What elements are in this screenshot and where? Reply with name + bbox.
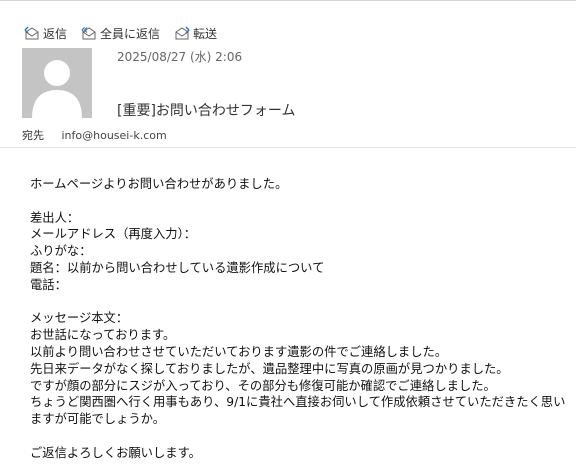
reply-all-icon (81, 26, 97, 40)
reply-label: 返信 (43, 26, 68, 41)
forward-icon (174, 26, 190, 40)
to-label: 宛先 (22, 129, 44, 142)
email-subject: [重要]お問い合わせフォーム (117, 103, 296, 119)
header-divider (0, 147, 576, 148)
email-reading-pane: 返信 全員に返信 転送 2025/08/27 (水) 2:06 [重要]お問い合… (0, 0, 576, 470)
field-line: 電話： (30, 277, 67, 292)
message-line: 以前より問い合わせさせていただいております遺影の件でご連絡しました。 (30, 344, 448, 359)
message-toolbar: 返信 全員に返信 転送 (24, 24, 217, 42)
message-label: メッセージ本文： (30, 311, 129, 326)
message-line: ちょうど関西圏へ行く用事もあり、9/1に貴社へ直接お伺いして作成依頼させていただ… (30, 395, 566, 427)
field-line: 題名：以前から問い合わせしている遺影作成について (30, 260, 325, 275)
forward-button[interactable]: 転送 (174, 25, 217, 42)
reply-all-label: 全員に返信 (100, 26, 161, 41)
recipient-line: 宛先 info@housei-k.com (22, 127, 167, 143)
person-icon (32, 60, 82, 118)
reply-all-button[interactable]: 全員に返信 (81, 25, 160, 42)
to-address[interactable]: info@housei-k.com (62, 129, 167, 142)
forward-label: 転送 (193, 26, 218, 41)
reply-icon (24, 26, 40, 40)
reply-button[interactable]: 返信 (24, 25, 67, 42)
message-line: ですが顔の部分にスジが入っており、その部分も修復可能か確認でご連絡しました。 (30, 378, 496, 393)
field-line: 差出人： (30, 210, 80, 225)
field-line: メールアドレス（再度入力）： (30, 227, 197, 242)
closing-line: ご返信よろしくお願いします。 (30, 445, 201, 460)
sent-date: 2025/08/27 (水) 2:06 (117, 50, 243, 64)
sender-avatar (22, 48, 92, 118)
field-line: ふりがな： (30, 244, 92, 259)
intro-line: ホームページよりお問い合わせがありました。 (30, 177, 288, 191)
message-line: 先日来データがなく探しておりましたが、遺品整理中に写真の原画が見つかりました。 (30, 361, 509, 376)
top-border (0, 0, 576, 1)
email-body: ホームページよりお問い合わせがありました。 差出人： メールアドレス（再度入力）… (30, 176, 576, 462)
message-line: お世話になっております。 (30, 328, 176, 343)
